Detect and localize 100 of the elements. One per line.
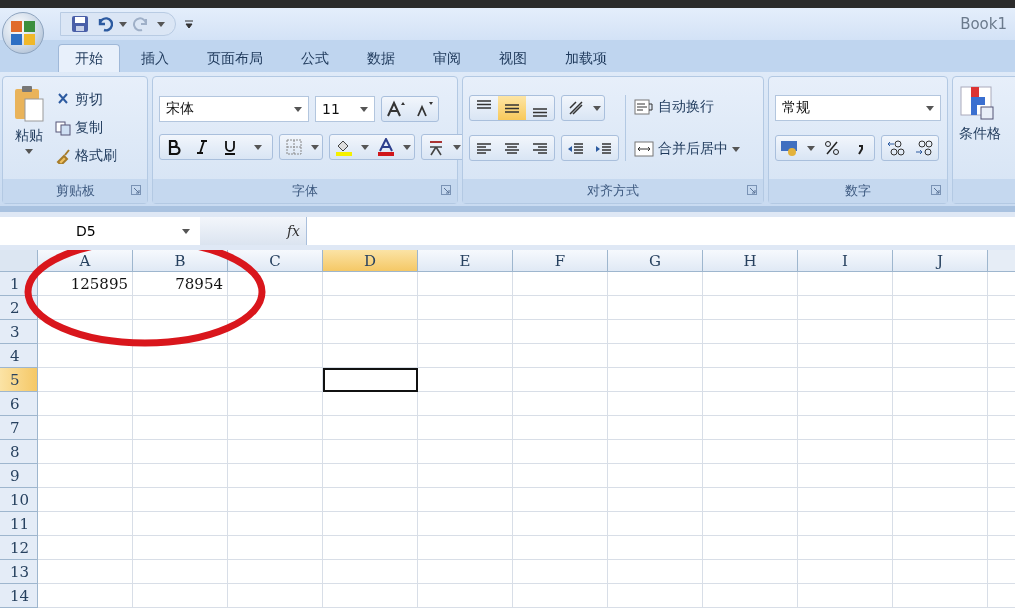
dialog-launcher-icon[interactable] [131, 185, 141, 195]
table-cell[interactable] [323, 344, 418, 368]
table-cell[interactable] [798, 272, 893, 296]
table-cell[interactable] [513, 512, 608, 536]
dropdown-arrow-icon[interactable] [403, 144, 411, 150]
table-cell[interactable] [133, 392, 228, 416]
table-cell[interactable] [418, 368, 513, 392]
table-cell[interactable] [228, 512, 323, 536]
row-header[interactable]: 7 [0, 416, 38, 440]
table-cell[interactable] [133, 440, 228, 464]
table-cell[interactable] [798, 320, 893, 344]
table-cell[interactable] [323, 560, 418, 584]
table-cell[interactable] [513, 584, 608, 608]
horizontal-align-icon[interactable] [505, 142, 519, 154]
table-cell[interactable] [513, 416, 608, 440]
table-cell[interactable] [798, 296, 893, 320]
table-cell[interactable] [418, 536, 513, 560]
column-header[interactable]: F [513, 250, 608, 272]
vertical-align-button[interactable] [498, 96, 526, 120]
dropdown-arrow-icon[interactable] [311, 144, 319, 150]
table-cell[interactable] [513, 272, 608, 296]
table-cell[interactable] [418, 272, 513, 296]
table-cell[interactable] [323, 416, 418, 440]
table-cell[interactable] [228, 272, 323, 296]
ribbon-tab[interactable]: 视图 [482, 44, 544, 72]
column-header[interactable]: H [703, 250, 798, 272]
table-cell[interactable] [133, 584, 228, 608]
row-header[interactable]: 3 [0, 320, 38, 344]
table-cell[interactable] [228, 344, 323, 368]
select-all-corner[interactable] [0, 250, 38, 272]
table-cell[interactable] [38, 320, 133, 344]
table-cell[interactable] [608, 536, 703, 560]
row-header[interactable]: 12 [0, 536, 38, 560]
column-header[interactable]: B [133, 250, 228, 272]
table-cell[interactable] [418, 320, 513, 344]
table-cell[interactable] [703, 440, 798, 464]
dropdown-arrow-icon[interactable] [360, 106, 368, 112]
table-cell[interactable] [323, 296, 418, 320]
horizontal-align-icon[interactable] [477, 142, 491, 154]
table-cell[interactable] [418, 560, 513, 584]
table-cell[interactable] [418, 392, 513, 416]
row-header[interactable]: 9 [0, 464, 38, 488]
table-cell[interactable] [608, 272, 703, 296]
table-cell[interactable] [38, 440, 133, 464]
table-cell[interactable] [418, 512, 513, 536]
dropdown-arrow-icon[interactable] [254, 144, 262, 150]
table-cell[interactable] [608, 488, 703, 512]
row-header[interactable]: 11 [0, 512, 38, 536]
dropdown-arrow-icon[interactable] [926, 105, 934, 111]
table-cell[interactable] [798, 344, 893, 368]
table-cell[interactable] [703, 536, 798, 560]
phonetic-button[interactable] [421, 134, 465, 160]
table-cell[interactable] [608, 560, 703, 584]
table-cell[interactable]: 125895 [38, 272, 133, 296]
dropdown-arrow-icon[interactable] [593, 105, 601, 111]
table-cell[interactable] [608, 584, 703, 608]
table-cell[interactable] [798, 560, 893, 584]
table-cell[interactable] [703, 584, 798, 608]
row-header[interactable]: 5 [0, 368, 38, 392]
table-cell[interactable] [133, 416, 228, 440]
table-cell[interactable] [703, 392, 798, 416]
table-cell[interactable] [133, 296, 228, 320]
table-cell[interactable] [798, 368, 893, 392]
active-cell[interactable] [323, 368, 418, 392]
table-cell[interactable]: 78954 [133, 272, 228, 296]
dropdown-arrow-icon[interactable] [182, 228, 190, 234]
clipboard-button[interactable]: 复制 [55, 116, 117, 140]
wrap-text-button[interactable]: 自动换行 [634, 95, 740, 119]
table-cell[interactable] [608, 344, 703, 368]
indent-icon[interactable] [568, 142, 584, 154]
table-cell[interactable] [703, 272, 798, 296]
table-cell[interactable] [133, 464, 228, 488]
dropdown-arrow-icon[interactable] [807, 145, 815, 151]
table-cell[interactable] [133, 536, 228, 560]
table-cell[interactable] [703, 368, 798, 392]
table-cell[interactable] [608, 368, 703, 392]
table-cell[interactable] [38, 536, 133, 560]
table-cell[interactable] [38, 368, 133, 392]
table-cell[interactable] [798, 392, 893, 416]
dialog-launcher-icon[interactable] [441, 185, 451, 195]
clipboard-button[interactable]: 格式刷 [55, 144, 117, 168]
table-cell[interactable] [323, 392, 418, 416]
table-cell[interactable] [798, 440, 893, 464]
table-cell[interactable] [323, 440, 418, 464]
table-cell[interactable] [228, 392, 323, 416]
table-cell[interactable] [228, 560, 323, 584]
table-cell[interactable] [228, 320, 323, 344]
table-cell[interactable] [703, 320, 798, 344]
table-cell[interactable] [798, 416, 893, 440]
number-format-field[interactable]: 常规 [775, 95, 941, 121]
table-cell[interactable] [513, 464, 608, 488]
table-cell[interactable] [133, 488, 228, 512]
insert-function-button[interactable]: fx [286, 223, 300, 239]
table-cell[interactable] [418, 296, 513, 320]
ribbon-tab[interactable]: 数据 [350, 44, 412, 72]
row-header[interactable]: 13 [0, 560, 38, 584]
dialog-launcher-icon[interactable] [747, 185, 757, 195]
table-cell[interactable] [513, 344, 608, 368]
table-cell[interactable] [418, 440, 513, 464]
ribbon-tab[interactable]: 公式 [284, 44, 346, 72]
